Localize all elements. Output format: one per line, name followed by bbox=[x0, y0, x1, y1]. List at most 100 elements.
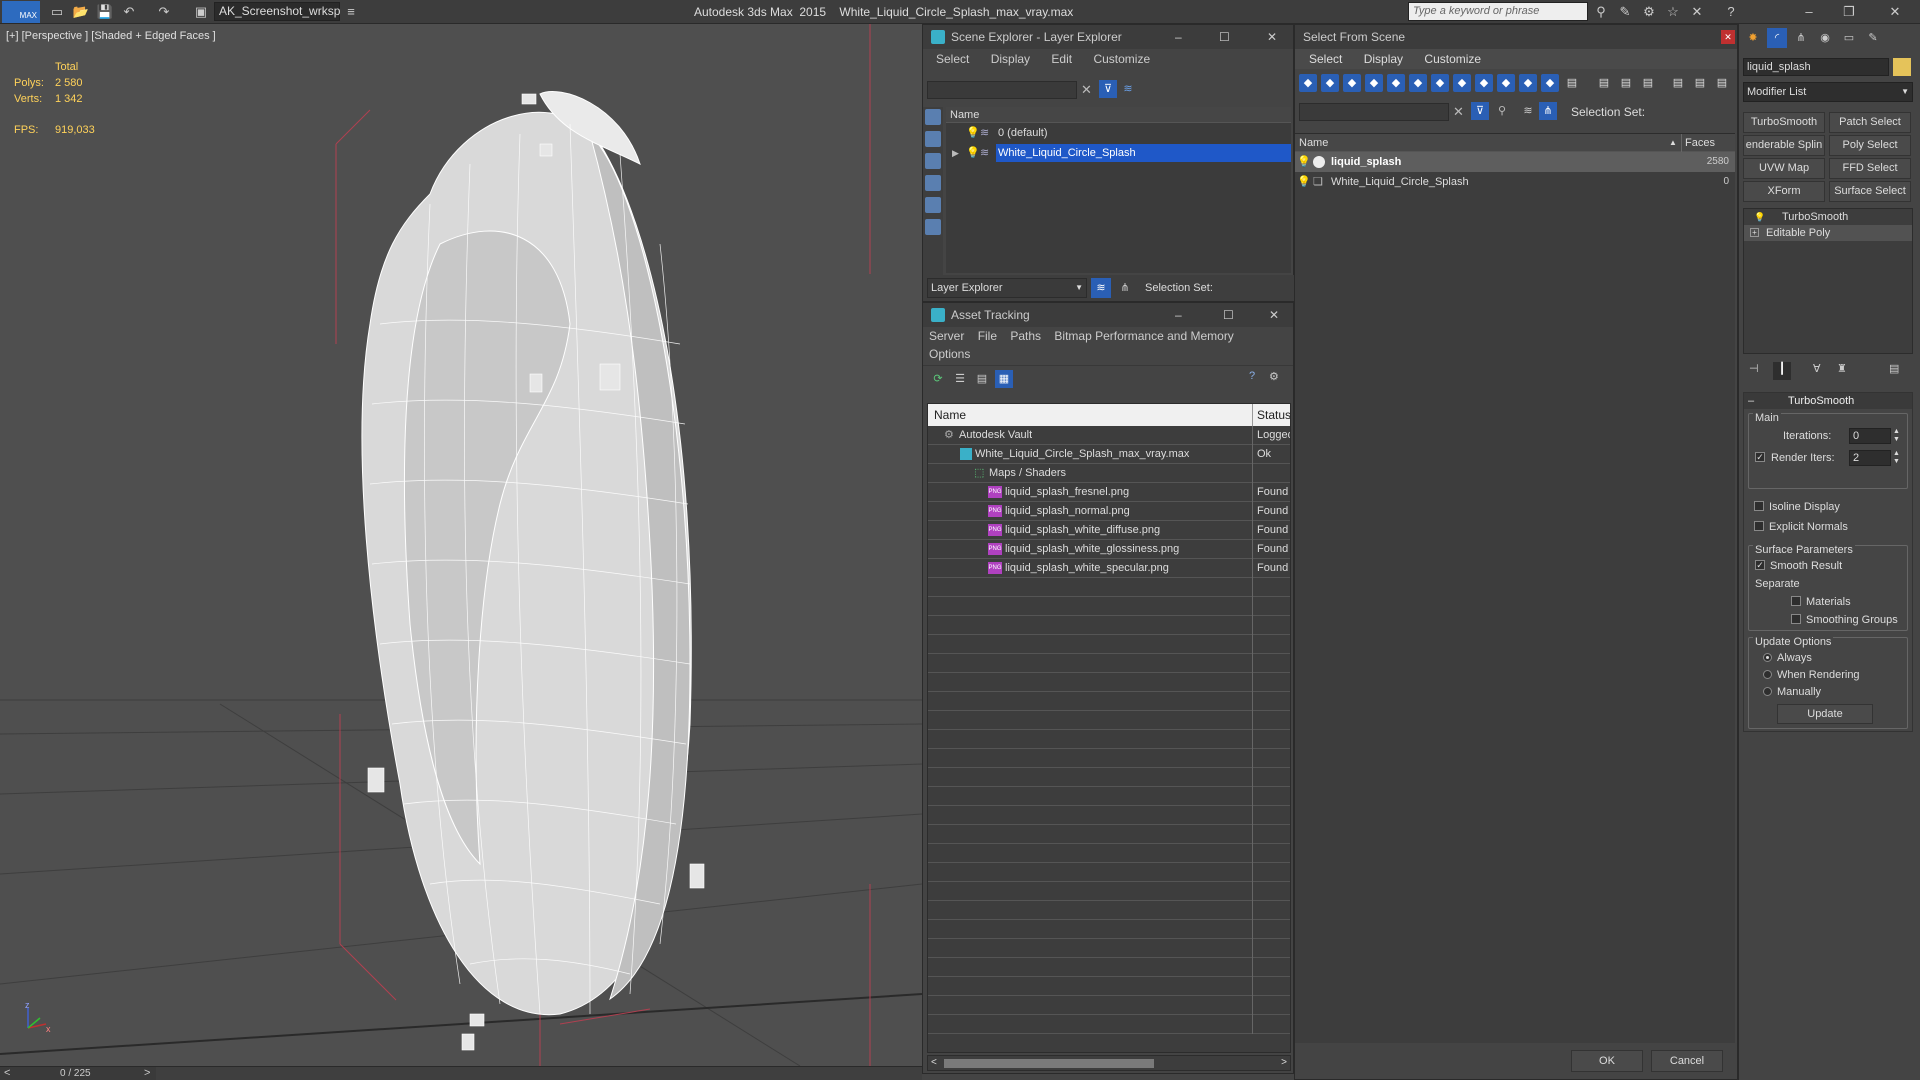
display-groups-icon[interactable]: ◆ bbox=[1431, 74, 1449, 92]
object-name-field[interactable]: liquid_splash bbox=[1743, 58, 1889, 76]
always-radio[interactable] bbox=[1763, 652, 1772, 662]
asset-tracking-titlebar[interactable]: Asset Tracking – ☐ ✕ bbox=[923, 303, 1293, 327]
display-helpers-icon[interactable]: ◆ bbox=[1387, 74, 1405, 92]
lightbulb-icon[interactable]: 💡 bbox=[966, 123, 980, 143]
smooth-result-checkbox[interactable]: ✓ bbox=[1755, 560, 1765, 571]
lightbulb-icon[interactable]: 💡 bbox=[1297, 152, 1311, 172]
make-unique-icon[interactable]: ∀ bbox=[1813, 362, 1821, 375]
update-button[interactable]: Update bbox=[1777, 704, 1873, 724]
select-all-icon[interactable]: ▤ bbox=[1639, 74, 1657, 92]
display-none-icon[interactable]: ▤ bbox=[1595, 74, 1613, 92]
at-menu-file[interactable]: File bbox=[978, 329, 997, 343]
rollout-header[interactable]: – TurboSmooth bbox=[1744, 393, 1912, 409]
sfs-menu-customize[interactable]: Customize bbox=[1424, 52, 1481, 66]
save-icon[interactable]: 💾 bbox=[96, 3, 114, 21]
display-bones-icon[interactable]: ◆ bbox=[1475, 74, 1493, 92]
se-menu-edit[interactable]: Edit bbox=[1051, 52, 1072, 66]
time-prev-icon[interactable]: < bbox=[4, 1067, 10, 1079]
stack-item-turbosmooth[interactable]: 💡 TurboSmooth bbox=[1744, 209, 1912, 225]
layer-mode-icon[interactable]: ≋ bbox=[1091, 278, 1111, 298]
iterations-spinner[interactable]: 0 bbox=[1849, 428, 1891, 444]
at-settings-icon[interactable]: ⚙ bbox=[1269, 370, 1279, 383]
motion-tab-icon[interactable]: ◉ bbox=[1815, 28, 1835, 48]
se-menu-customize[interactable]: Customize bbox=[1093, 52, 1150, 66]
at-col-status[interactable]: Status bbox=[1257, 404, 1290, 426]
scene-explorer-minimize-icon[interactable]: – bbox=[1175, 25, 1182, 49]
asset-row[interactable]: PNG liquid_splash_normal.png Found bbox=[928, 502, 1290, 521]
smoothing-groups-row[interactable]: Smoothing Groups bbox=[1791, 614, 1898, 626]
se-display-lights-icon[interactable] bbox=[925, 153, 941, 169]
remove-modifier-icon[interactable]: ♜ bbox=[1837, 362, 1847, 375]
display-hidden-icon[interactable]: ◆ bbox=[1541, 74, 1559, 92]
at-hscrollbar[interactable]: < > bbox=[927, 1055, 1291, 1071]
at-minimize-icon[interactable]: – bbox=[1175, 303, 1182, 327]
show-end-result-icon[interactable]: ┃ bbox=[1773, 362, 1791, 380]
at-table-header[interactable]: Name Status bbox=[928, 404, 1290, 426]
at-close-icon[interactable]: ✕ bbox=[1269, 303, 1279, 327]
sfs-row-white-liquid[interactable]: 💡 ❏ White_Liquid_Circle_Splash 0 bbox=[1295, 172, 1735, 192]
display-spacewarps-icon[interactable]: ◆ bbox=[1409, 74, 1427, 92]
se-layer-row-default[interactable]: 💡 ≋ 0 (default) bbox=[946, 123, 1291, 143]
se-search-input[interactable] bbox=[927, 81, 1077, 99]
utilities-tab-icon[interactable]: ✎ bbox=[1863, 28, 1883, 48]
cancel-button[interactable]: Cancel bbox=[1651, 1050, 1723, 1072]
smooth-result-row[interactable]: ✓ Smooth Result bbox=[1755, 560, 1842, 572]
modifier-button-turbosmooth[interactable]: TurboSmooth bbox=[1743, 112, 1825, 133]
at-menu-bitmap[interactable]: Bitmap Performance and Memory bbox=[1054, 329, 1233, 343]
ok-button[interactable]: OK bbox=[1571, 1050, 1643, 1072]
restore-icon[interactable]: ❐ bbox=[1840, 3, 1858, 21]
minimize-icon[interactable]: – bbox=[1800, 3, 1818, 21]
when-rendering-radio[interactable] bbox=[1763, 669, 1772, 679]
asset-row[interactable]: PNG liquid_splash_white_diffuse.png Found bbox=[928, 521, 1290, 540]
se-display-all-icon[interactable] bbox=[925, 219, 941, 235]
display-tab-icon[interactable]: ▭ bbox=[1839, 28, 1859, 48]
select-none-icon[interactable]: ▤ bbox=[1669, 74, 1687, 92]
se-layer-row-splash[interactable]: ▶ 💡 ≋ White_Liquid_Circle_Splash bbox=[946, 143, 1291, 163]
time-next-icon[interactable]: > bbox=[144, 1067, 150, 1079]
scene-explorer-close-icon[interactable]: ✕ bbox=[1267, 25, 1277, 49]
asset-row[interactable]: ⬚ Maps / Shaders bbox=[928, 464, 1290, 483]
viewport-label[interactable]: [+] [Perspective ] [Shaded + Edged Faces… bbox=[6, 30, 216, 42]
se-menu-select[interactable]: Select bbox=[936, 52, 969, 66]
isoline-display-row[interactable]: Isoline Display bbox=[1754, 501, 1840, 513]
scene-explorer-titlebar[interactable]: Scene Explorer - Layer Explorer – ☐ ✕ bbox=[923, 25, 1293, 49]
display-containers-icon[interactable]: ◆ bbox=[1497, 74, 1515, 92]
open-file-icon[interactable]: 📂 bbox=[72, 3, 90, 21]
new-file-icon[interactable]: ▭ bbox=[48, 3, 66, 21]
sfs-search-input[interactable] bbox=[1299, 103, 1449, 121]
refresh-icon[interactable]: ⟳ bbox=[929, 370, 947, 388]
lightbulb-icon[interactable]: 💡 bbox=[1754, 209, 1765, 225]
manually-radio-row[interactable]: Manually bbox=[1763, 686, 1821, 698]
modifier-button-enderable-splin[interactable]: enderable Splin bbox=[1743, 135, 1825, 156]
sfs-menu-select[interactable]: Select bbox=[1309, 52, 1342, 66]
explicit-normals-checkbox[interactable] bbox=[1754, 521, 1764, 532]
sfs-close-icon[interactable]: ✕ bbox=[1721, 30, 1735, 44]
time-slider[interactable]: < 0 / 225 > bbox=[0, 1066, 156, 1080]
workspace-menu-icon[interactable]: ≡ bbox=[342, 3, 360, 21]
undo-icon[interactable]: ↶ bbox=[120, 3, 138, 21]
at-menu-server[interactable]: Server bbox=[929, 329, 964, 343]
isoline-checkbox[interactable] bbox=[1754, 501, 1764, 512]
hierarchy-tab-icon[interactable]: ⋔ bbox=[1791, 28, 1811, 48]
sfs-row-liquid-splash[interactable]: 💡 liquid_splash 2580 bbox=[1295, 152, 1735, 172]
app-logo[interactable]: MAX bbox=[2, 1, 40, 23]
tools-icon[interactable]: ✎ bbox=[1616, 3, 1634, 21]
create-tab-icon[interactable]: ✸ bbox=[1743, 28, 1763, 48]
se-display-helpers-icon[interactable] bbox=[925, 197, 941, 213]
workspace-dropdown[interactable]: AK_Screenshot_wrksp bbox=[214, 2, 340, 21]
modify-tab-icon[interactable]: ◜ bbox=[1767, 28, 1787, 48]
lightbulb-icon[interactable]: 💡 bbox=[1297, 172, 1311, 192]
sfs-col-name[interactable]: Name bbox=[1299, 134, 1328, 152]
close-app-icon[interactable]: ✕ bbox=[1886, 3, 1904, 21]
list-view-icon[interactable]: ☰ bbox=[951, 370, 969, 388]
display-all-icon[interactable]: ▤ bbox=[1563, 74, 1581, 92]
modifier-button-surface-select[interactable]: Surface Select bbox=[1829, 181, 1911, 202]
configure-sets-icon[interactable]: ▤ bbox=[1889, 362, 1899, 375]
render-iters-checkbox[interactable]: ✓ bbox=[1755, 452, 1770, 464]
sfs-list-header[interactable]: Name ▲ Faces bbox=[1295, 134, 1735, 152]
sfs-col-faces[interactable]: Faces bbox=[1685, 134, 1715, 152]
sfs-layer-icon[interactable]: ≋ bbox=[1519, 102, 1537, 120]
asset-row[interactable]: PNG liquid_splash_white_specular.png Found bbox=[928, 559, 1290, 578]
se-layer-tools-icon[interactable]: ≋ bbox=[1119, 80, 1137, 98]
smoothing-groups-checkbox[interactable] bbox=[1791, 614, 1801, 625]
